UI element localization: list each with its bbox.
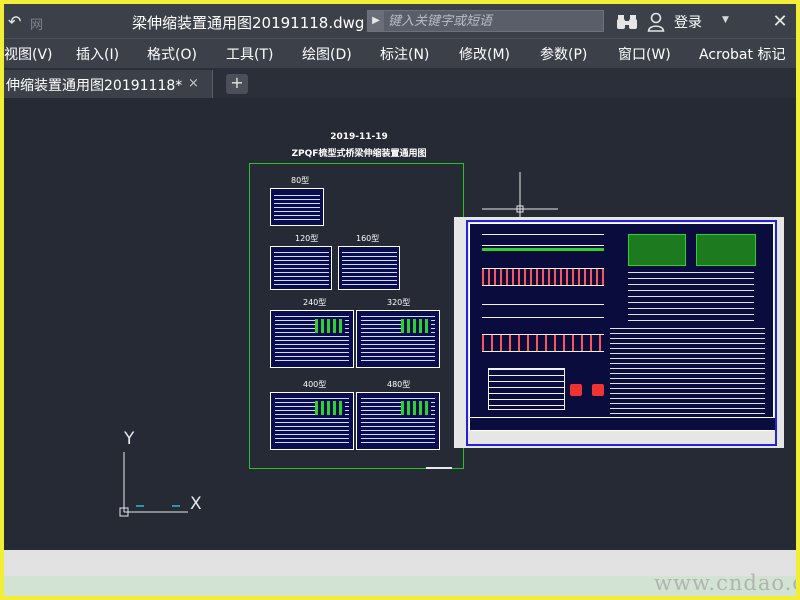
watermark-text: www.cndao.com (654, 571, 796, 595)
sheet-label: 120型 (295, 234, 319, 243)
menu-view[interactable]: 视图(V) (4, 44, 53, 64)
drawing-title: ZPQF梳型式桥梁伸缩装置通用图 (291, 149, 427, 159)
sheet-label: 400型 (303, 380, 327, 389)
menu-tools[interactable]: 工具(T) (226, 44, 273, 64)
menu-window[interactable]: 窗口(W) (618, 44, 671, 64)
drawing-date: 2019-11-19 (330, 132, 388, 142)
sheet-thumbnail (270, 310, 354, 368)
menu-parameters[interactable]: 参数(P) (540, 44, 587, 64)
sheet-thumbnail (356, 392, 440, 450)
ucs-y-label: Y (124, 429, 135, 449)
close-tab-icon[interactable]: × (188, 76, 199, 91)
user-icon[interactable] (647, 12, 665, 32)
sheet-label: 480型 (387, 380, 411, 389)
ucs-x-label: X (190, 494, 202, 514)
drawing-canvas[interactable]: 2019-11-19 ZPQF梳型式桥梁伸缩装置通用图 80型 120型 160… (4, 98, 796, 550)
chevron-down-icon[interactable]: ▼ (722, 15, 729, 25)
sheet-thumbnail (270, 246, 332, 290)
search-input[interactable] (388, 11, 598, 31)
menu-insert[interactable]: 插入(I) (76, 44, 119, 64)
document-title: 梁伸缩装置通用图20191118.dwg (132, 14, 365, 32)
binoculars-icon[interactable] (616, 13, 638, 31)
file-tab-label: 伸缩装置通用图20191118* (6, 78, 183, 94)
menu-bar: 视图(V) 插入(I) 格式(O) 工具(T) 绘图(D) 标注(N) 修改(M… (4, 38, 796, 68)
file-tab-bar: 伸缩装置通用图20191118* × + (4, 68, 796, 98)
sheet-thumbnail (338, 246, 400, 290)
menu-modify[interactable]: 修改(M) (459, 44, 510, 64)
sheet-label: 240型 (303, 298, 327, 307)
sheet-thumbnail (270, 188, 324, 226)
sheet-thumbnail (356, 310, 440, 368)
quick-access-icon[interactable]: ↶ (8, 12, 21, 31)
sheet-label: 160型 (356, 234, 380, 243)
sheet-thumbnail (270, 392, 354, 450)
search-box[interactable]: ▶ (367, 10, 604, 32)
chevron-right-icon[interactable]: ▶ (368, 11, 384, 31)
close-icon[interactable]: ✕ (768, 11, 792, 33)
menu-dimension[interactable]: 标注(N) (380, 44, 429, 64)
menu-draw[interactable]: 绘图(D) (302, 44, 352, 64)
watermark-logo: 网 (30, 18, 44, 33)
menu-format[interactable]: 格式(O) (147, 44, 197, 64)
sheet-label: 320型 (387, 298, 411, 307)
title-bar: ↶ 网 梁伸缩装置通用图20191118.dwg ▶ 登录 ▼ ✕ (4, 4, 796, 38)
login-link[interactable]: 登录 (674, 12, 702, 32)
index-sheet-underline (426, 467, 452, 469)
file-tab[interactable]: 伸缩装置通用图20191118* × (4, 70, 213, 98)
sheet-label: 80型 (291, 176, 310, 185)
menu-acrobat-markup[interactable]: Acrobat 标记 (699, 44, 785, 64)
new-tab-button[interactable]: + (226, 74, 248, 94)
autocad-window: ↶ 网 梁伸缩装置通用图20191118.dwg ▶ 登录 ▼ ✕ 视图(V) … (4, 4, 796, 596)
detail-sheet (454, 217, 784, 448)
detail-sheet-inner-frame (469, 223, 775, 431)
